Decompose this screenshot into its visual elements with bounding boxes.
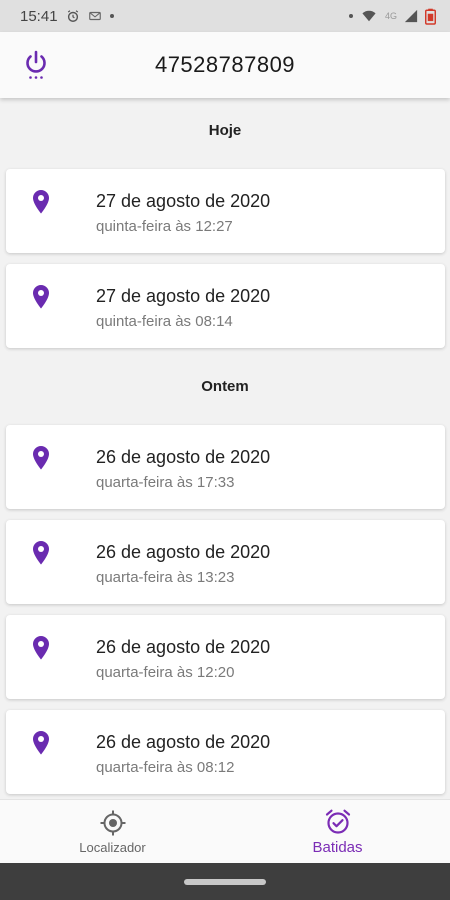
mail-icon [88,11,101,21]
entry-date: 26 de agosto de 2020 [96,542,271,562]
entry-time: quarta-feira às 08:12 [96,759,235,776]
nav-tab-batidas[interactable]: Batidas [225,800,450,864]
section-title-today: Hoje [208,122,242,139]
wifi-icon [362,10,376,22]
battery-icon [425,8,436,25]
notification-dot-right [348,14,353,18]
system-navigation-bar [0,863,450,900]
location-pin-icon [33,285,49,309]
location-pin-icon [33,731,49,755]
home-gesture-handle[interactable] [184,878,266,885]
alarm-check-icon [325,809,350,834]
entry-date: 26 de agosto de 2020 [96,732,271,752]
entry-date: 27 de agosto de 2020 [96,286,271,306]
bottom-navigation: Localizador Batidas [0,799,450,863]
punch-list[interactable]: Hoje 27 de agosto de 2020 quinta-feira à… [0,98,450,799]
entry-date: 26 de agosto de 2020 [96,637,271,657]
list-item[interactable]: 26 de agosto de 2020 quarta-feira às 12:… [6,615,445,699]
alarm-icon [67,10,78,22]
entry-time: quinta-feira às 12:27 [96,218,233,235]
signal-icon [404,9,418,23]
entry-time: quinta-feira às 08:14 [96,313,233,330]
status-bar: 15:41 4G [0,0,450,32]
location-pin-icon [33,541,49,565]
entry-time: quarta-feira às 12:20 [96,664,235,681]
list-item[interactable]: 26 de agosto de 2020 quarta-feira às 13:… [6,520,445,604]
entry-date: 27 de agosto de 2020 [96,191,271,211]
nav-label-localizador: Localizador [79,840,146,855]
status-time: 15:41 [20,7,58,25]
page-title: 47528787809 [154,52,296,77]
location-pin-icon [33,190,49,214]
entry-time: quarta-feira às 17:33 [96,474,235,491]
list-item[interactable]: 27 de agosto de 2020 quinta-feira às 08:… [6,264,445,348]
nav-label-batidas: Batidas [312,839,363,856]
location-pin-icon [33,636,49,660]
list-item[interactable]: 27 de agosto de 2020 quinta-feira às 12:… [6,169,445,253]
entry-date: 26 de agosto de 2020 [96,447,271,467]
list-item[interactable]: 26 de agosto de 2020 quarta-feira às 17:… [6,425,445,509]
location-pin-icon [33,446,49,470]
entry-time: quarta-feira às 13:23 [96,569,235,586]
nav-tab-localizador[interactable]: Localizador [0,800,225,864]
network-type: 4G [384,11,397,21]
crosshair-icon [100,810,125,836]
section-title-yesterday: Ontem [201,378,249,395]
list-item[interactable]: 26 de agosto de 2020 quarta-feira às 08:… [6,710,445,794]
app-bar: 47528787809 [0,32,450,98]
notification-dot [109,14,114,18]
